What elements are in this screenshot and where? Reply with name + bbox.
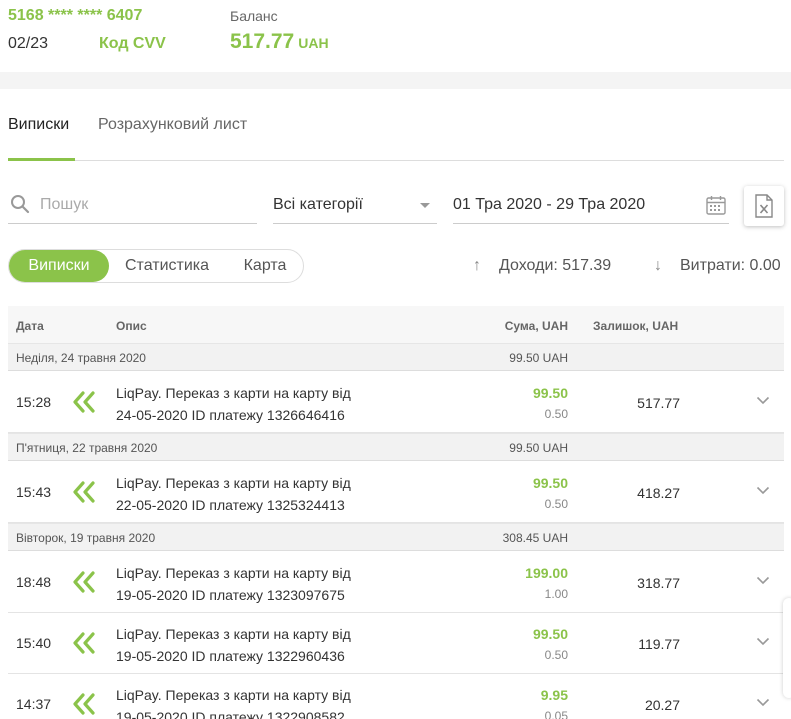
calendar-icon[interactable] [705, 194, 727, 216]
row-description: LiqPay. Переказ з карти на карту від 19-0… [116, 623, 416, 667]
row-description-line1: LiqPay. Переказ з карти на карту від [116, 565, 351, 581]
row-time: 15:28 [16, 394, 52, 410]
group-date: П'ятниця, 22 травня 2020 [16, 441, 158, 455]
row-description: LiqPay. Переказ з карти на карту від 19-0… [116, 562, 416, 606]
tab-payslip[interactable]: Розрахунковий лист [98, 116, 247, 160]
card-header: 5168 **** **** 6407 02/23 Код CVV Баланс… [0, 0, 791, 72]
view-switcher: Виписки Статистика Карта [8, 249, 304, 283]
search-box [8, 186, 257, 224]
arrow-up-icon: ↑ [473, 257, 481, 274]
header-description: Опис [116, 319, 147, 333]
row-amount: 99.50 [532, 385, 568, 401]
balance-value: 517.77 UAH [230, 30, 329, 54]
incoming-chevrons-icon [73, 391, 95, 413]
group-total: 308.45 UAH [502, 531, 568, 545]
search-icon [11, 195, 30, 214]
category-select[interactable]: Всі категорії [273, 186, 437, 224]
segment-statistics[interactable]: Статистика [117, 250, 217, 282]
day-group-header: П'ятниця, 22 травня 2020 99.50 UAH [8, 433, 784, 461]
incoming-chevrons-icon [73, 693, 95, 715]
side-panel-handle[interactable] [783, 598, 791, 698]
arrow-down-icon: ↓ [654, 257, 662, 274]
row-description-line2: 19-05-2020 ID платежу 1322908582 [116, 709, 345, 719]
row-fee: 0.50 [544, 407, 568, 421]
chevron-down-icon[interactable] [756, 396, 770, 405]
group-total: 99.50 UAH [509, 351, 568, 365]
balance-amount: 517.77 [230, 30, 295, 53]
balance-label: Баланс [230, 8, 278, 24]
row-description: LiqPay. Переказ з карти на карту від 22-0… [116, 472, 416, 516]
row-amount: 9.95 [540, 687, 568, 703]
export-excel-button[interactable] [744, 186, 784, 226]
group-date: Неділя, 24 травня 2020 [16, 351, 146, 365]
group-date: Вівторок, 19 травня 2020 [16, 531, 156, 545]
income-summary: ↑ Доходи: 517.39 [473, 257, 611, 275]
header-date: Дата [16, 319, 44, 333]
segment-card[interactable]: Карта [231, 250, 299, 282]
row-balance: 20.27 [644, 697, 680, 713]
row-description-line1: LiqPay. Переказ з карти на карту від [116, 475, 351, 491]
table-row[interactable]: 14:37 LiqPay. Переказ з карти на карту в… [8, 674, 784, 719]
row-balance: 119.77 [638, 636, 680, 652]
group-total: 99.50 UAH [509, 441, 568, 455]
incoming-chevrons-icon [73, 632, 95, 654]
row-amount: 199.00 [525, 565, 568, 581]
row-description-line2: 19-05-2020 ID платежу 1323097675 [116, 587, 345, 603]
card-expiry: 02/23 [8, 35, 49, 52]
income-text: Доходи: 517.39 [499, 257, 612, 274]
day-group-header: Неділя, 24 травня 2020 99.50 UAH [8, 343, 784, 371]
incoming-chevrons-icon [73, 481, 95, 503]
row-description: LiqPay. Переказ з карти на карту від 24-0… [116, 382, 416, 426]
row-description-line1: LiqPay. Переказ з карти на карту від [116, 687, 351, 703]
row-time: 15:40 [16, 635, 52, 651]
row-description: LiqPay. Переказ з карти на карту від 19-0… [116, 684, 416, 719]
day-group-header: Вівторок, 19 травня 2020 308.45 UAH [8, 523, 784, 551]
balance-currency: UAH [298, 35, 329, 51]
row-balance: 418.27 [637, 485, 680, 501]
row-fee: 0.05 [544, 709, 568, 719]
tab-statements[interactable]: Виписки [8, 116, 76, 161]
expense-text: Витрати: 0.00 [680, 257, 781, 274]
table-row[interactable]: 15:28 LiqPay. Переказ з карти на карту в… [8, 372, 784, 433]
date-range-picker[interactable]: 01 Тра 2020 - 29 Тра 2020 [453, 186, 729, 224]
row-balance: 517.77 [637, 395, 680, 411]
table-header: Дата Опис Сума, UAH Залишок, UAH [8, 306, 784, 344]
row-fee: 0.50 [544, 497, 568, 511]
row-description-line1: LiqPay. Переказ з карти на карту від [116, 626, 351, 642]
chevron-down-icon[interactable] [756, 486, 770, 495]
section-divider [0, 72, 791, 89]
row-time: 15:43 [16, 484, 52, 500]
row-amount: 99.50 [532, 475, 568, 491]
incoming-chevrons-icon [73, 571, 95, 593]
chevron-down-icon[interactable] [756, 576, 770, 585]
category-value: Всі категорії [273, 196, 363, 213]
excel-export-icon [755, 194, 773, 218]
main-tabs: Виписки Розрахунковий лист [8, 100, 784, 161]
row-balance: 318.77 [637, 575, 680, 591]
cvv-link[interactable]: Код CVV [99, 35, 166, 53]
table-row[interactable]: 15:40 LiqPay. Переказ з карти на карту в… [8, 613, 784, 674]
row-amount: 99.50 [532, 626, 568, 642]
search-input[interactable] [40, 192, 250, 218]
date-range-value: 01 Тра 2020 - 29 Тра 2020 [453, 196, 646, 213]
row-description-line1: LiqPay. Переказ з карти на карту від [116, 385, 351, 401]
header-balance: Залишок, UAH [593, 319, 679, 333]
segment-statements[interactable]: Виписки [9, 250, 109, 282]
chevron-down-icon[interactable] [756, 698, 770, 707]
row-time: 18:48 [16, 574, 52, 590]
row-description-line2: 22-05-2020 ID платежу 1325324413 [116, 497, 345, 513]
header-sum: Сума, UAH [504, 319, 568, 333]
caret-down-icon [420, 203, 430, 208]
chevron-down-icon[interactable] [756, 637, 770, 646]
expense-summary: ↓ Витрати: 0.00 [654, 257, 781, 275]
table-row[interactable]: 18:48 LiqPay. Переказ з карти на карту в… [8, 552, 784, 613]
row-description-line2: 19-05-2020 ID платежу 1322960436 [116, 648, 345, 664]
row-fee: 0.50 [544, 648, 568, 662]
card-number: 5168 **** **** 6407 [8, 7, 143, 24]
table-row[interactable]: 15:43 LiqPay. Переказ з карти на карту в… [8, 462, 784, 523]
row-description-line2: 24-05-2020 ID платежу 1326646416 [116, 407, 345, 423]
row-time: 14:37 [16, 696, 52, 712]
row-fee: 1.00 [544, 587, 568, 601]
